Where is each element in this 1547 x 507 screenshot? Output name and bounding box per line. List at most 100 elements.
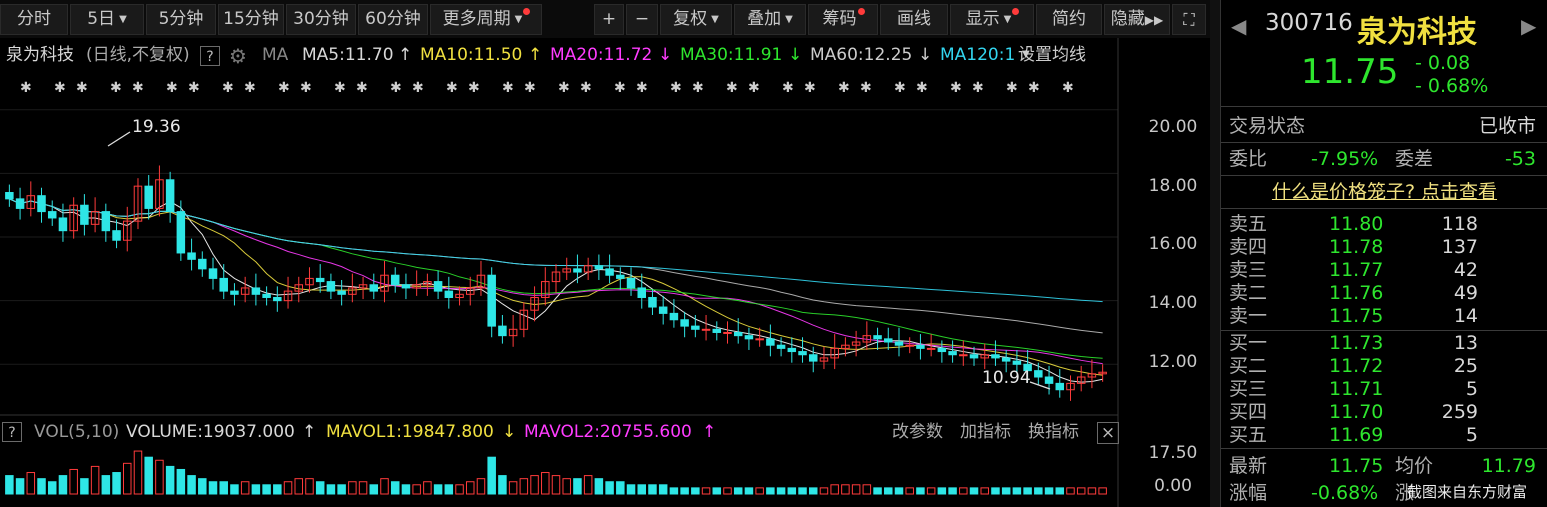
mavol2-value: MAVOL2:20755.600 bbox=[524, 422, 692, 442]
prev-stock-icon[interactable]: ◀ bbox=[1231, 14, 1246, 38]
next-stock-icon[interactable]: ▶ bbox=[1521, 14, 1536, 38]
volume-bar bbox=[283, 481, 293, 495]
asks-row[interactable]: 卖三 11.77 42 bbox=[1221, 259, 1547, 282]
add-indicator-button[interactable]: 加指标 bbox=[960, 418, 1011, 446]
volume-bar bbox=[519, 478, 529, 495]
volume-bar bbox=[1076, 487, 1086, 495]
volume-bar bbox=[562, 478, 571, 495]
volume-bar bbox=[348, 481, 357, 495]
candles bbox=[5, 165, 1107, 401]
event-mark-icon: ✱ bbox=[446, 80, 458, 96]
volume-bar bbox=[626, 484, 636, 495]
divider bbox=[1221, 448, 1547, 449]
asks-volume: 118 bbox=[1441, 213, 1478, 235]
volume-bar bbox=[884, 487, 893, 495]
candle-body bbox=[723, 331, 732, 334]
candle-body bbox=[47, 211, 57, 219]
volume-bar bbox=[69, 468, 78, 495]
volume-bar bbox=[851, 484, 861, 495]
volume-bar bbox=[444, 484, 454, 495]
volume-bar bbox=[412, 484, 421, 495]
bids-row[interactable]: 买五 11.69 5 bbox=[1221, 424, 1547, 447]
candle-body bbox=[712, 328, 722, 333]
asks-row[interactable]: 卖四 11.78 137 bbox=[1221, 236, 1547, 259]
stock-name: 泉为科技 bbox=[1357, 15, 1477, 50]
volume-bar bbox=[712, 487, 722, 495]
volume-bar bbox=[315, 481, 325, 495]
candle-body bbox=[766, 338, 775, 346]
bids-row[interactable]: 买二 11.72 25 bbox=[1221, 355, 1547, 378]
volume-bar bbox=[508, 481, 518, 495]
candle-body bbox=[1055, 382, 1065, 391]
candle-body bbox=[755, 338, 764, 341]
volume-bar bbox=[808, 487, 818, 495]
close-icon[interactable]: × bbox=[1097, 422, 1119, 444]
event-mark-icon: ✱ bbox=[1006, 80, 1018, 96]
divider bbox=[1221, 142, 1547, 143]
candle-body bbox=[744, 335, 754, 340]
bids-volume: 5 bbox=[1465, 424, 1478, 446]
event-mark-icon: ✱ bbox=[670, 80, 682, 96]
volume-bar bbox=[433, 484, 443, 495]
event-mark-icon: ✱ bbox=[1028, 80, 1040, 96]
candle-body bbox=[219, 277, 228, 292]
candle-body bbox=[337, 290, 346, 295]
volume-bar bbox=[1044, 487, 1054, 495]
candle-body bbox=[15, 198, 25, 209]
asks-row[interactable]: 卖五 11.80 118 bbox=[1221, 213, 1547, 236]
candle-body bbox=[658, 306, 668, 314]
volume-bar bbox=[262, 484, 271, 495]
volume-bar bbox=[123, 462, 132, 495]
bids-row[interactable]: 买三 11.71 5 bbox=[1221, 378, 1547, 401]
event-mark-icon: ✱ bbox=[916, 80, 928, 96]
volume-bar bbox=[219, 481, 228, 495]
price-cage-link[interactable]: 什么是价格笼子? 点击查看 bbox=[1221, 181, 1547, 204]
candle-body bbox=[787, 347, 797, 353]
candle-body bbox=[58, 217, 68, 232]
divider bbox=[1221, 106, 1547, 107]
volume-bar bbox=[583, 475, 593, 495]
change-params-button[interactable]: 改参数 bbox=[892, 418, 943, 446]
bids-volume: 259 bbox=[1441, 401, 1478, 423]
switch-indicator-button[interactable]: 换指标 bbox=[1028, 418, 1079, 446]
volume-bar bbox=[905, 487, 914, 495]
candle-body bbox=[273, 296, 282, 302]
event-mark-icon: ✱ bbox=[356, 80, 368, 96]
price-tick: 12.00 bbox=[1149, 352, 1198, 372]
event-mark-icon: ✱ bbox=[782, 80, 794, 96]
asks-price: 11.80 bbox=[1329, 213, 1384, 235]
event-mark-icon: ✱ bbox=[412, 80, 424, 96]
event-mark-icon: ✱ bbox=[692, 80, 704, 96]
latest-label: 最新 bbox=[1229, 455, 1268, 477]
vol-tick: 17.50 bbox=[1149, 443, 1198, 463]
volume-bar bbox=[358, 481, 368, 495]
event-mark-icon: ✱ bbox=[860, 80, 872, 96]
volume-bar bbox=[637, 484, 646, 495]
bids-label: 买一 bbox=[1229, 332, 1268, 354]
vol-help-icon[interactable]: ? bbox=[2, 422, 22, 442]
bids-row[interactable]: 买四 11.70 259 bbox=[1221, 401, 1547, 424]
event-mark-icon: ✱ bbox=[894, 80, 906, 96]
event-mark-icon: ✱ bbox=[726, 80, 738, 96]
volume-bar bbox=[926, 487, 936, 495]
candle-body bbox=[165, 179, 175, 213]
bids-label: 买二 bbox=[1229, 355, 1268, 377]
scrollbar[interactable] bbox=[1210, 0, 1220, 507]
volume-bar bbox=[573, 478, 582, 495]
asks-row[interactable]: 卖二 11.76 49 bbox=[1221, 282, 1547, 305]
event-mark-icon: ✱ bbox=[300, 80, 312, 96]
candle-body bbox=[916, 344, 925, 349]
asks-row[interactable]: 卖一 11.75 14 bbox=[1221, 305, 1547, 328]
bids-row[interactable]: 买一 11.73 13 bbox=[1221, 332, 1547, 355]
candle-body bbox=[487, 274, 496, 327]
latest-value: 11.75 bbox=[1329, 455, 1384, 477]
volume-bar bbox=[466, 481, 475, 495]
latest-row: 最新 11.75 均价 11.79 bbox=[1221, 455, 1547, 478]
candle-body bbox=[948, 351, 957, 356]
volume-bar bbox=[15, 478, 25, 495]
last-price: 11.75 bbox=[1301, 52, 1399, 92]
volume-bar bbox=[112, 472, 121, 495]
event-mark-icon: ✱ bbox=[804, 80, 816, 96]
volume-bars bbox=[5, 450, 1107, 495]
divider bbox=[1221, 330, 1547, 331]
